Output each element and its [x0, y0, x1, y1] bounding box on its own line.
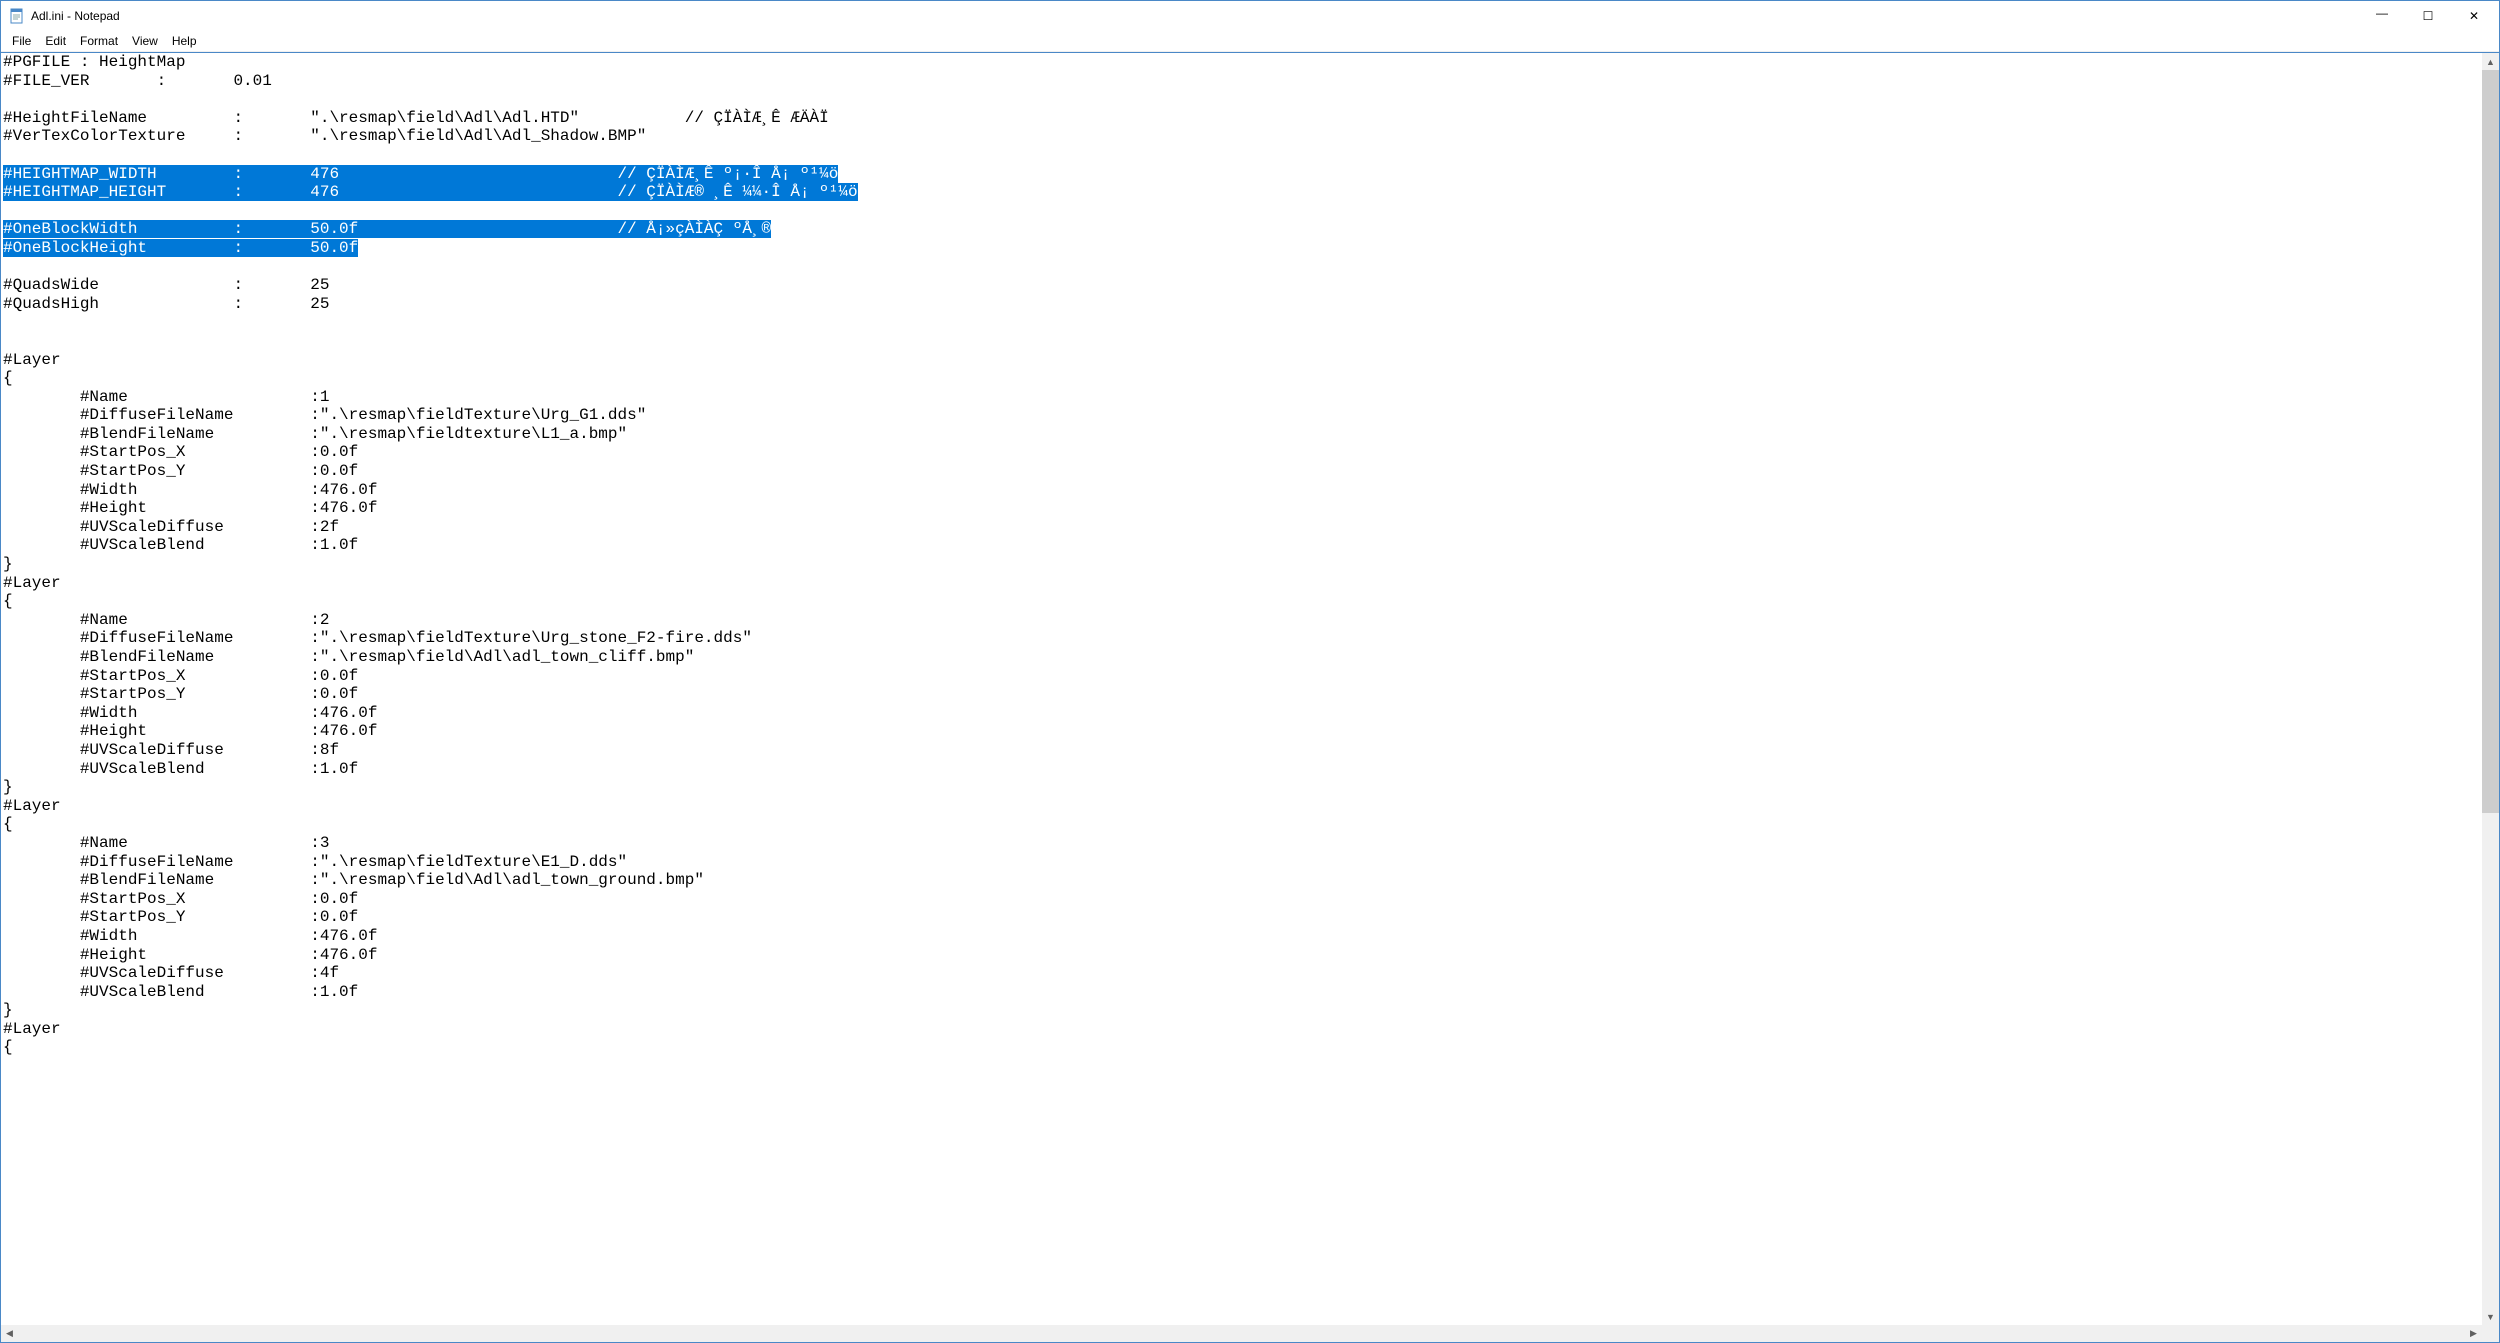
vertical-scrollbar[interactable]: ▲ ▼ [2482, 53, 2499, 1325]
text-content[interactable]: #PGFILE : HeightMap #FILE_VER : 0.01 #He… [1, 53, 2499, 1057]
text-selection[interactable]: #HEIGHTMAP_WIDTH : 476 // ÇÏÀÌÆ¸Ê º¡·Î Å… [3, 165, 858, 202]
notepad-window: Adl.ini - Notepad — ☐ ✕ File Edit Format… [0, 0, 2500, 1343]
text-editor[interactable]: #PGFILE : HeightMap #FILE_VER : 0.01 #He… [1, 53, 2499, 1342]
vertical-scroll-thumb[interactable] [2482, 70, 2499, 813]
titlebar[interactable]: Adl.ini - Notepad — ☐ ✕ [1, 1, 2499, 31]
horizontal-scroll-track[interactable] [18, 1325, 2465, 1342]
window-title: Adl.ini - Notepad [31, 9, 120, 23]
menu-view[interactable]: View [125, 32, 165, 50]
minimize-button[interactable]: — [2359, 1, 2405, 31]
menu-edit[interactable]: Edit [38, 32, 73, 50]
text-segment[interactable]: #QuadsWide : 25 #QuadsHigh : 25 #Layer {… [3, 276, 752, 1056]
window-controls: — ☐ ✕ [2359, 1, 2497, 31]
scroll-corner [2482, 1325, 2499, 1342]
close-button[interactable]: ✕ [2451, 1, 2497, 31]
content-area: #PGFILE : HeightMap #FILE_VER : 0.01 #He… [1, 52, 2499, 1342]
text-segment[interactable]: #PGFILE : HeightMap #FILE_VER : 0.01 #He… [3, 53, 829, 145]
menubar: File Edit Format View Help [1, 31, 2499, 52]
text-selection[interactable]: #OneBlockWidth : 50.0f // Å¡»çÀÌÀÇ ºÅ¸® … [3, 220, 771, 257]
scroll-down-arrow[interactable]: ▼ [2482, 1308, 2499, 1325]
menu-help[interactable]: Help [165, 32, 204, 50]
horizontal-scrollbar[interactable]: ◀ ▶ [1, 1325, 2499, 1342]
scroll-left-arrow[interactable]: ◀ [1, 1325, 18, 1342]
vertical-scroll-track[interactable] [2482, 70, 2499, 1308]
scroll-up-arrow[interactable]: ▲ [2482, 53, 2499, 70]
menu-file[interactable]: File [5, 32, 38, 50]
notepad-icon [9, 8, 25, 24]
scroll-right-arrow[interactable]: ▶ [2465, 1325, 2482, 1342]
maximize-button[interactable]: ☐ [2405, 1, 2451, 31]
menu-format[interactable]: Format [73, 32, 125, 50]
